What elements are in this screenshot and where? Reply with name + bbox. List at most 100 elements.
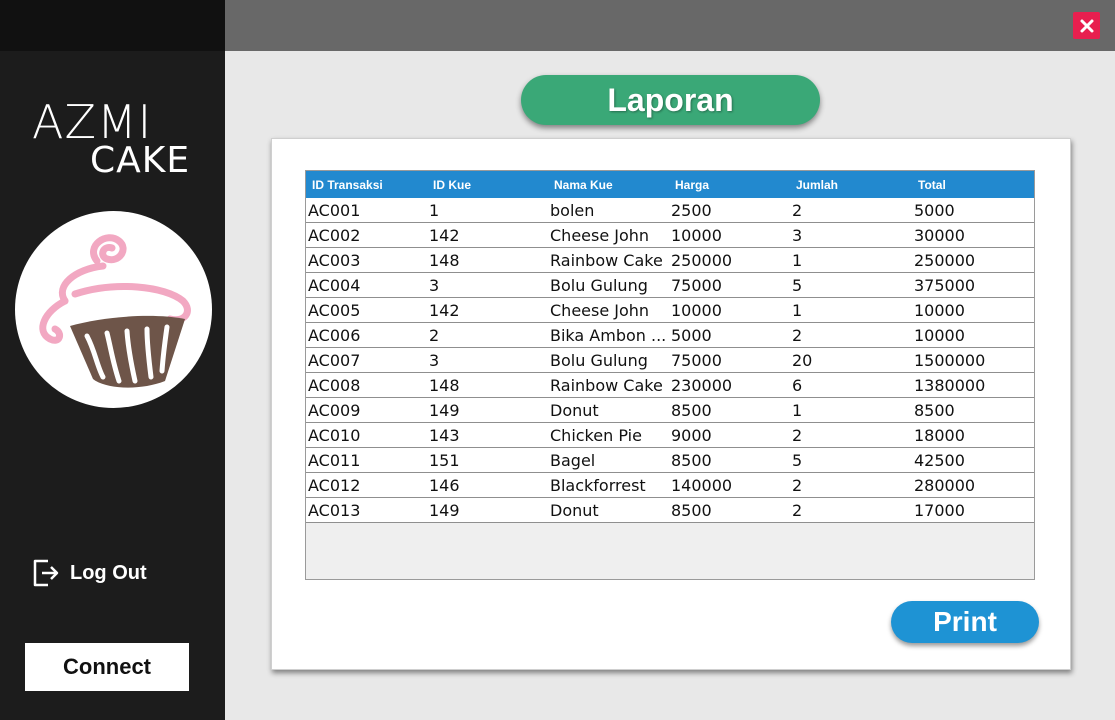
column-header[interactable]: Nama Kue [548, 171, 669, 198]
table-cell: 10000 [671, 225, 722, 245]
table-cell: 1380000 [914, 375, 986, 395]
table-cell: Blackforrest [550, 475, 646, 495]
table-cell: 280000 [914, 475, 976, 495]
table-cell: 1 [792, 300, 803, 320]
table-cell: 5 [792, 275, 803, 295]
table-cell: AC004 [308, 275, 361, 295]
table-cell: 1 [429, 200, 440, 220]
table-cell: 140000 [671, 475, 733, 495]
table-cell: 10000 [914, 325, 965, 345]
table-cell: AC005 [308, 300, 361, 320]
table-cell: 148 [429, 375, 460, 395]
sidebar-header-strip [0, 0, 225, 51]
table-row[interactable]: AC008 148 Rainbow Cake 230000 6 1380000 [306, 373, 1034, 398]
table-cell: Bika Ambon ... [550, 325, 667, 345]
table-cell: 143 [429, 425, 460, 445]
table-cell: 20 [792, 350, 813, 370]
table-cell: AC002 [308, 225, 361, 245]
table-cell: 8500 [671, 400, 712, 420]
table-cell: AC009 [308, 400, 361, 420]
table-row[interactable]: AC011 151 Bagel 8500 5 42500 [306, 448, 1034, 473]
table-cell: AC013 [308, 500, 361, 520]
column-header[interactable]: ID Kue [427, 171, 548, 198]
table-cell: 1500000 [914, 350, 986, 370]
column-header[interactable]: Harga [669, 171, 790, 198]
table-cell: 42500 [914, 450, 965, 470]
table-cell: 151 [429, 450, 460, 470]
table-cell: 148 [429, 250, 460, 270]
table-cell: 3 [429, 275, 440, 295]
table-row[interactable]: AC001 1 bolen 2500 2 5000 [306, 198, 1034, 223]
table-cell: 5 [792, 450, 803, 470]
table-header: ID Transaksi ID Kue Nama Kue Harga Jumlah Tot… [306, 171, 1034, 198]
connect-button[interactable]: Connect [25, 643, 189, 691]
cupcake-logo [15, 211, 212, 408]
table-row[interactable]: AC007 3 Bolu Gulung 75000 20 1500000 [306, 348, 1034, 373]
table-cell: 250000 [914, 250, 976, 270]
table-row[interactable]: AC009 149 Donut 8500 1 8500 [306, 398, 1034, 423]
table-cell: AC003 [308, 250, 361, 270]
table-cell: AC006 [308, 325, 361, 345]
cupcake-icon [39, 234, 191, 388]
table-body: AC001 1 bolen 2500 2 5000 AC002 142 Cheese John 1… [306, 198, 1034, 523]
table-cell: AC010 [308, 425, 361, 445]
table-cell: 2 [792, 475, 803, 495]
table-cell: Bolu Gulung [550, 350, 648, 370]
table-cell: 375000 [914, 275, 976, 295]
table-cell: 17000 [914, 500, 965, 520]
table-cell: Cheese John [550, 225, 650, 245]
table-cell: 2 [792, 325, 803, 345]
close-icon [1080, 19, 1093, 32]
column-header[interactable]: Jumlah [790, 171, 912, 198]
logout-button[interactable]: Log Out [32, 557, 147, 589]
table-cell: 75000 [671, 350, 722, 370]
report-title-button[interactable]: Laporan [521, 75, 820, 125]
logout-icon [33, 559, 59, 587]
table-cell: AC007 [308, 350, 361, 370]
sidebar: AZMI CAKE Log Out Connect [0, 0, 225, 720]
table-cell: 2 [792, 425, 803, 445]
table-row[interactable]: AC002 142 Cheese John 10000 3 30000 [306, 223, 1034, 248]
close-button[interactable] [1073, 12, 1100, 39]
table-row[interactable]: AC010 143 Chicken Pie 9000 2 18000 [306, 423, 1034, 448]
table-cell: AC001 [308, 200, 361, 220]
table-cell: Rainbow Cake [550, 375, 663, 395]
table-cell: 146 [429, 475, 460, 495]
table-cell: 3 [792, 225, 803, 245]
table-row[interactable]: AC012 146 Blackforrest 140000 2 280000 [306, 473, 1034, 498]
column-header[interactable]: Total [912, 171, 1034, 198]
table-cell: 30000 [914, 225, 965, 245]
table-cell: 8500 [914, 400, 955, 420]
table-cell: AC012 [308, 475, 361, 495]
table-cell: 8500 [671, 500, 712, 520]
table-cell: Donut [550, 500, 599, 520]
logout-label: Log Out [70, 561, 147, 584]
table-cell: 142 [429, 300, 460, 320]
table-cell: AC008 [308, 375, 361, 395]
table-row[interactable]: AC004 3 Bolu Gulung 75000 5 375000 [306, 273, 1034, 298]
table-row[interactable]: AC003 148 Rainbow Cake 250000 1 250000 [306, 248, 1034, 273]
table-cell: 3 [429, 350, 440, 370]
transactions-table[interactable]: ID Transaksi ID Kue Nama Kue Harga Jumlah Tot… [305, 170, 1035, 580]
table-cell: Bolu Gulung [550, 275, 648, 295]
table-cell: 2 [792, 500, 803, 520]
table-cell: 6 [792, 375, 803, 395]
table-cell: 250000 [671, 250, 733, 270]
table-cell: Bagel [550, 450, 596, 470]
table-cell: 8500 [671, 450, 712, 470]
title-bar [225, 0, 1115, 51]
table-cell: bolen [550, 200, 595, 220]
table-cell: 2 [429, 325, 440, 345]
print-button[interactable]: Print [891, 601, 1039, 643]
table-cell: AC011 [308, 450, 361, 470]
table-row[interactable]: AC013 149 Donut 8500 2 17000 [306, 498, 1034, 523]
table-cell: 10000 [914, 300, 965, 320]
table-cell: 149 [429, 500, 460, 520]
table-cell: 1 [792, 400, 803, 420]
table-cell: 149 [429, 400, 460, 420]
table-cell: 230000 [671, 375, 733, 395]
column-header[interactable]: ID Transaksi [306, 171, 427, 198]
table-cell: 18000 [914, 425, 965, 445]
table-row[interactable]: AC006 2 Bika Ambon ... 5000 2 10000 [306, 323, 1034, 348]
table-row[interactable]: AC005 142 Cheese John 10000 1 10000 [306, 298, 1034, 323]
